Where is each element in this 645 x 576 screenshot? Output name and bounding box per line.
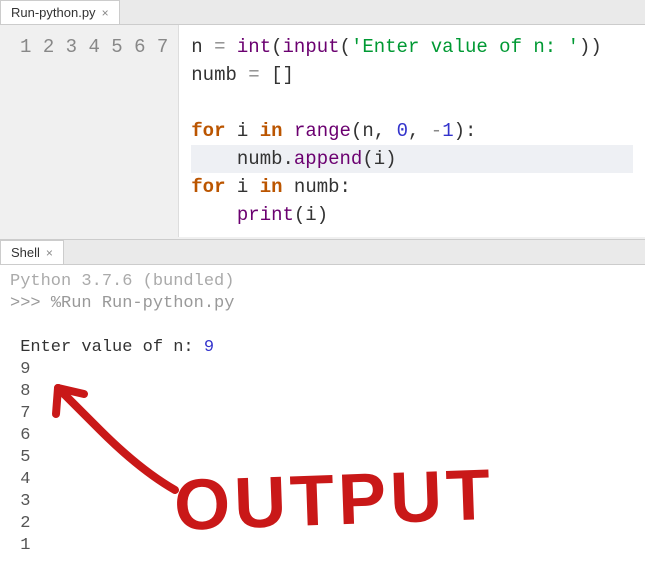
close-icon[interactable]: × — [46, 246, 53, 260]
editor-tab-bar: Run-python.py × — [0, 0, 645, 25]
output-line: 8 — [20, 382, 30, 401]
output-line: 5 — [20, 448, 30, 467]
line-gutter: 1 2 3 4 5 6 7 — [0, 25, 179, 237]
shell-output-area[interactable]: Python 3.7.6 (bundled) >>> %Run Run-pyth… — [0, 265, 645, 576]
shell-command: %Run Run-python.py — [51, 294, 235, 313]
output-line: 2 — [20, 514, 30, 533]
output-line: 9 — [20, 360, 30, 379]
shell-tab[interactable]: Shell × — [0, 240, 64, 264]
shell-tab-label: Shell — [11, 245, 40, 260]
output-line: 6 — [20, 426, 30, 445]
input-prompt: Enter value of n: — [20, 338, 204, 357]
output-line: 1 — [20, 536, 30, 555]
code-content[interactable]: n = int(input('Enter value of n: ')) num… — [179, 25, 645, 237]
close-icon[interactable]: × — [102, 6, 109, 20]
python-version: Python 3.7.6 (bundled) — [10, 272, 234, 291]
output-line: 3 — [20, 492, 30, 511]
shell-tab-bar: Shell × — [0, 239, 645, 265]
user-input-value: 9 — [204, 338, 214, 357]
code-editor[interactable]: 1 2 3 4 5 6 7 n = int(input('Enter value… — [0, 25, 645, 237]
output-line: 7 — [20, 404, 30, 423]
shell-prompt: >>> — [10, 294, 51, 313]
editor-tab[interactable]: Run-python.py × — [0, 0, 120, 24]
output-line: 4 — [20, 470, 30, 489]
editor-tab-label: Run-python.py — [11, 5, 96, 20]
